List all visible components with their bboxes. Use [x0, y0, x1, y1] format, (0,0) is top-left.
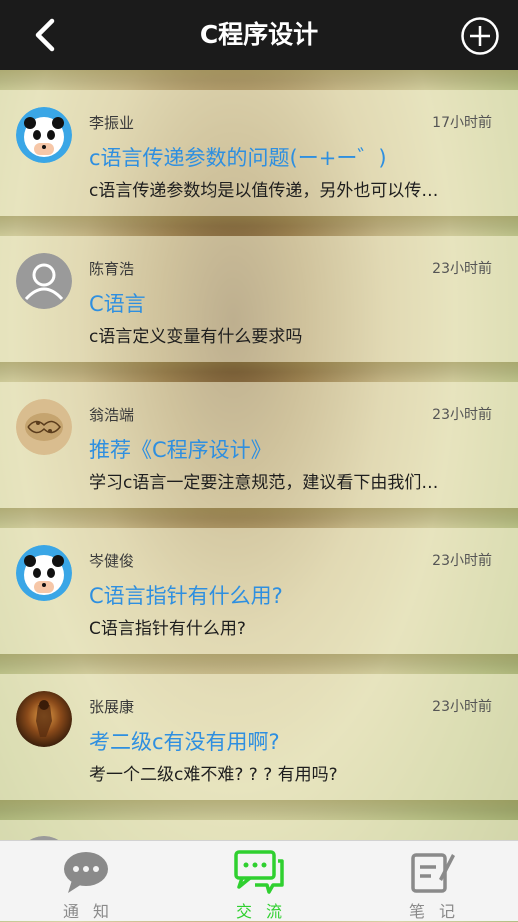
post-item[interactable]: 翁浩端 23小时前 推荐《C程序设计》 学习c语言一定要注意规范，建议看下由我们…	[0, 382, 518, 508]
post-excerpt: C语言指针有什么用?	[89, 619, 246, 639]
post-author: 翁浩端	[89, 406, 135, 424]
photo-avatar-icon	[16, 691, 72, 747]
post-time: 23小时前	[432, 699, 492, 715]
post-item[interactable]: 张展康 23小时前 考二级c有没有用啊? 考一个二级c难不难? ? ? 有用吗?	[0, 674, 518, 800]
divider	[0, 362, 518, 382]
post-item[interactable]: 陈育浩 23小时前 C语言 c语言定义变量有什么要求吗	[0, 236, 518, 362]
panda-avatar-icon	[16, 107, 72, 163]
tab-notifications-label: 通知	[62, 902, 123, 921]
post-time: 23小时前	[432, 553, 492, 569]
post-title[interactable]: c语言传递参数的问题(ー+ー゛)	[89, 142, 387, 172]
add-post-button[interactable]	[460, 16, 500, 56]
post-title[interactable]: 考二级c有没有用啊?	[89, 726, 280, 756]
post-excerpt: c语言传递参数均是以值传递，另外也可以传…	[89, 181, 439, 201]
tab-notifications[interactable]: 通知	[0, 841, 172, 921]
post-excerpt: 学习c语言一定要注意规范，建议看下由我们…	[89, 473, 439, 493]
top-bar: C程序设计	[0, 0, 518, 70]
tab-notes[interactable]: 笔记	[346, 841, 518, 921]
tab-discussion[interactable]: 交流	[173, 841, 345, 921]
divider	[0, 654, 518, 674]
post-item-partial[interactable]	[0, 820, 518, 840]
avatar[interactable]	[16, 691, 72, 747]
post-excerpt: 考一个二级c难不难? ? ? 有用吗?	[89, 765, 338, 785]
post-time: 23小时前	[432, 407, 492, 423]
post-author: 岑健俊	[89, 552, 135, 570]
discussion-icon	[234, 850, 284, 894]
post-title[interactable]: C语言	[89, 288, 146, 318]
divider	[0, 216, 518, 236]
tab-discussion-label: 交流	[235, 902, 296, 921]
brain-sketch-avatar-icon	[16, 399, 72, 455]
post-author: 陈育浩	[89, 260, 135, 278]
bottom-tab-bar: 通知 交流 笔记	[0, 840, 518, 921]
post-excerpt: c语言定义变量有什么要求吗	[89, 327, 303, 347]
avatar[interactable]	[16, 107, 72, 163]
avatar[interactable]	[16, 399, 72, 455]
post-author: 李振业	[89, 114, 135, 132]
divider	[0, 800, 518, 820]
divider	[0, 70, 518, 90]
post-item[interactable]: 李振业 17小时前 c语言传递参数的问题(ー+ー゛) c语言传递参数均是以值传递…	[0, 90, 518, 216]
plus-circle-icon	[461, 17, 499, 55]
post-title[interactable]: C语言指针有什么用?	[89, 580, 283, 610]
page-title: C程序设计	[199, 20, 319, 49]
note-icon	[411, 853, 455, 893]
tab-notes-label: 笔记	[408, 902, 469, 921]
post-time: 17小时前	[432, 115, 492, 131]
default-user-avatar-icon	[16, 253, 72, 309]
post-item[interactable]: 岑健俊 23小时前 C语言指针有什么用? C语言指针有什么用?	[0, 528, 518, 654]
avatar[interactable]	[16, 545, 72, 601]
post-time: 23小时前	[432, 261, 492, 277]
panda-avatar-icon	[16, 545, 72, 601]
chat-bubble-icon	[64, 852, 108, 893]
avatar[interactable]	[16, 253, 72, 309]
post-title[interactable]: 推荐《C程序设计》	[89, 434, 272, 464]
divider	[0, 508, 518, 528]
post-list: 李振业 17小时前 c语言传递参数的问题(ー+ー゛) c语言传递参数均是以值传递…	[0, 70, 518, 840]
post-author: 张展康	[89, 698, 135, 716]
